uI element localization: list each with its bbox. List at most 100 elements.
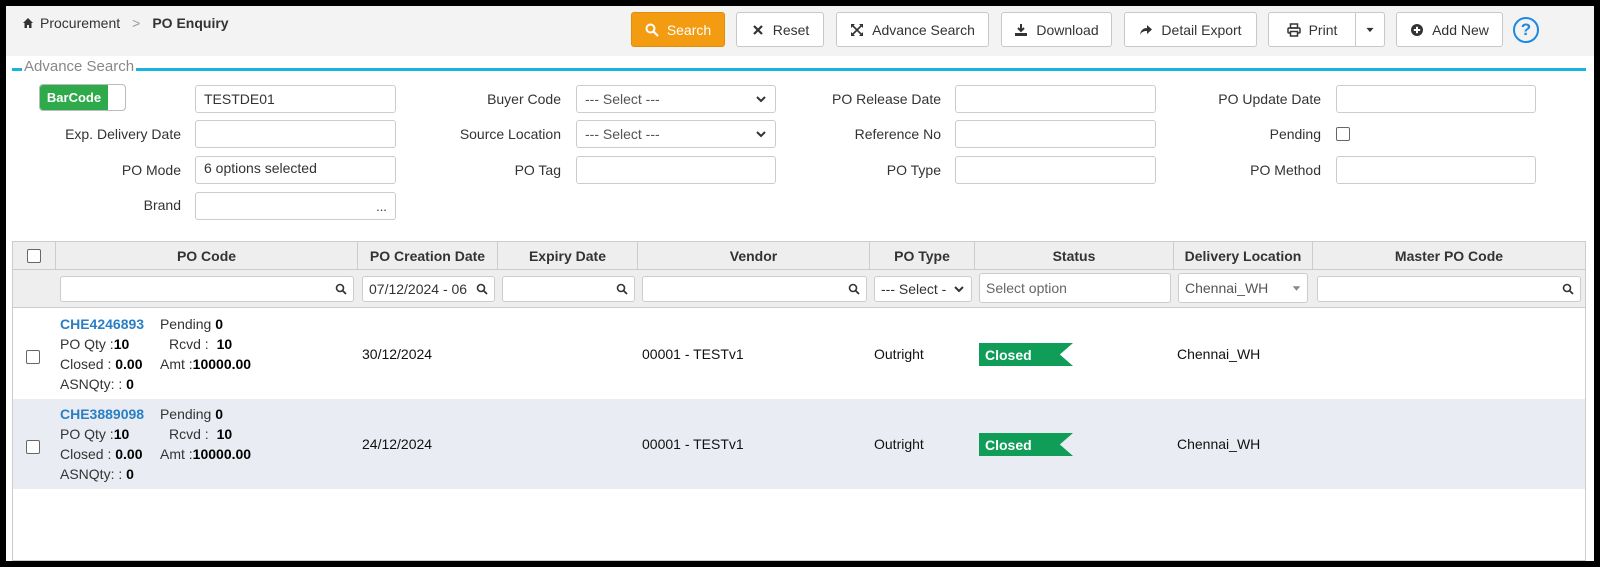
- search-icon: [335, 283, 347, 295]
- plus-circle-icon: [1411, 23, 1424, 36]
- detail-export-button[interactable]: Detail Export: [1124, 12, 1257, 47]
- brand-input[interactable]: [195, 192, 369, 220]
- po-update-date-input[interactable]: [1336, 85, 1536, 113]
- reset-button[interactable]: Reset: [736, 12, 824, 47]
- column-header-status[interactable]: Status: [975, 242, 1174, 270]
- po-creation-date-filter[interactable]: 07/12/2024 - 06: [362, 276, 495, 302]
- column-header-vendor[interactable]: Vendor: [638, 242, 870, 270]
- breadcrumb: Procurement > PO Enquiry: [22, 15, 229, 31]
- brand-lookup-button[interactable]: ...: [368, 192, 396, 220]
- delivery-location-cell: Chennai_WH: [1177, 436, 1261, 452]
- add-new-button[interactable]: Add New: [1396, 12, 1503, 47]
- po-code-link[interactable]: CHE4246893: [60, 316, 144, 332]
- page-header: Procurement > PO Enquiry Search Reset Ad…: [6, 6, 1594, 56]
- caret-down-icon: [1366, 27, 1374, 32]
- breadcrumb-separator: >: [132, 15, 141, 31]
- vendor-cell: 00001 - TESTv1: [642, 436, 744, 452]
- page-title: PO Enquiry: [152, 15, 229, 31]
- expiry-date-filter[interactable]: [502, 276, 635, 302]
- breadcrumb-root[interactable]: Procurement: [40, 15, 120, 31]
- delivery-location-filter[interactable]: Chennai_WH: [1178, 273, 1308, 303]
- column-header-expiry-date[interactable]: Expiry Date: [498, 242, 638, 270]
- po-method-label: PO Method: [1250, 162, 1321, 178]
- po-code-cell: CHE4246893 Pending 0 PO Qty :10 Rcvd : 10…: [60, 316, 252, 392]
- po-code-cell: CHE3889098 Pending 0 PO Qty :10 Rcvd : 10…: [60, 406, 252, 482]
- delivery-location-cell: Chennai_WH: [1177, 346, 1261, 362]
- chevron-down-icon: [756, 131, 766, 138]
- download-button[interactable]: Download: [1001, 12, 1112, 47]
- search-icon: [848, 283, 860, 295]
- column-header-po-type[interactable]: PO Type: [870, 242, 975, 270]
- po-tag-label: PO Tag: [514, 162, 561, 178]
- printer-icon: [1286, 22, 1301, 37]
- vendor-filter[interactable]: [642, 276, 867, 302]
- status-badge: Closed: [979, 433, 1073, 456]
- help-icon[interactable]: ?: [1513, 17, 1539, 43]
- master-po-code-filter[interactable]: [1317, 276, 1581, 302]
- expand-icon: [851, 23, 864, 36]
- po-mode-multiselect[interactable]: 6 options selected: [195, 156, 396, 184]
- row-checkbox[interactable]: [26, 350, 40, 364]
- search-icon: [1562, 283, 1574, 295]
- po-mode-label: PO Mode: [121, 162, 181, 178]
- select-all-cell: [13, 242, 56, 270]
- print-dropdown-toggle[interactable]: [1355, 12, 1385, 47]
- po-update-date-label: PO Update Date: [1218, 91, 1321, 107]
- po-type-label: PO Type: [886, 162, 941, 178]
- search-icon: [645, 23, 659, 37]
- close-icon: [752, 24, 763, 35]
- table-row[interactable]: CHE4246893 Pending 0 PO Qty :10 Rcvd : 10…: [13, 309, 1585, 399]
- po-type-cell: Outright: [874, 436, 924, 452]
- brand-label: Brand: [143, 197, 181, 213]
- po-release-date-label: PO Release Date: [832, 91, 941, 107]
- column-header-po-code[interactable]: PO Code: [56, 242, 358, 270]
- search-button[interactable]: Search: [631, 12, 725, 47]
- advance-search-legend: Advance Search: [22, 58, 137, 75]
- search-icon: [616, 283, 628, 295]
- advance-search-button[interactable]: Advance Search: [836, 12, 989, 47]
- vendor-cell: 00001 - TESTv1: [642, 346, 744, 362]
- select-all-checkbox[interactable]: [27, 249, 41, 263]
- search-icon: [476, 283, 488, 295]
- barcode-toggle-label: BarCode: [40, 85, 108, 110]
- po-tag-input[interactable]: [576, 156, 776, 184]
- po-creation-date-cell: 24/12/2024: [362, 436, 433, 452]
- download-icon: [1015, 23, 1028, 36]
- caret-down-icon: [1292, 285, 1301, 291]
- buyer-code-label: Buyer Code: [487, 91, 561, 107]
- status-badge: Closed: [979, 343, 1073, 366]
- pending-checkbox[interactable]: [1336, 127, 1350, 141]
- po-code-filter[interactable]: [60, 276, 354, 302]
- po-type-input[interactable]: [955, 156, 1156, 184]
- print-button[interactable]: Print: [1268, 12, 1356, 47]
- app-frame: Procurement > PO Enquiry Search Reset Ad…: [6, 6, 1594, 561]
- po-results-grid: PO Code PO Creation Date Expiry Date Ven…: [12, 241, 1586, 561]
- status-filter[interactable]: Select option: [979, 273, 1171, 303]
- barcode-input[interactable]: TESTDE01: [195, 85, 396, 113]
- po-type-filter[interactable]: --- Select -: [874, 276, 972, 302]
- po-creation-date-cell: 30/12/2024: [362, 346, 433, 362]
- reference-no-label: Reference No: [854, 126, 941, 142]
- column-header-po-creation-date[interactable]: PO Creation Date: [358, 242, 498, 270]
- column-header-delivery-location[interactable]: Delivery Location: [1174, 242, 1313, 270]
- table-row[interactable]: CHE3889098 Pending 0 PO Qty :10 Rcvd : 10…: [13, 399, 1585, 489]
- advance-search-divider: [12, 68, 1586, 71]
- po-type-cell: Outright: [874, 346, 924, 362]
- column-header-master-po-code[interactable]: Master PO Code: [1313, 242, 1585, 270]
- row-checkbox[interactable]: [26, 440, 40, 454]
- reference-no-input[interactable]: [955, 120, 1156, 148]
- home-icon: [23, 18, 33, 28]
- buyer-code-select[interactable]: --- Select ---: [576, 85, 776, 113]
- exp-delivery-date-input[interactable]: [195, 120, 396, 148]
- po-code-link[interactable]: CHE3889098: [60, 406, 144, 422]
- grid-filter-row: 07/12/2024 - 06 --- Select - Select opti…: [13, 270, 1585, 308]
- po-method-input[interactable]: [1336, 156, 1536, 184]
- pending-label: Pending: [1269, 126, 1321, 142]
- chevron-down-icon: [756, 96, 766, 103]
- barcode-toggle[interactable]: BarCode: [39, 84, 126, 111]
- source-location-select[interactable]: --- Select ---: [576, 120, 776, 148]
- po-release-date-input[interactable]: [955, 85, 1156, 113]
- exp-delivery-date-label: Exp. Delivery Date: [65, 126, 181, 142]
- share-arrow-icon: [1140, 24, 1153, 35]
- grid-header: PO Code PO Creation Date Expiry Date Ven…: [13, 242, 1585, 270]
